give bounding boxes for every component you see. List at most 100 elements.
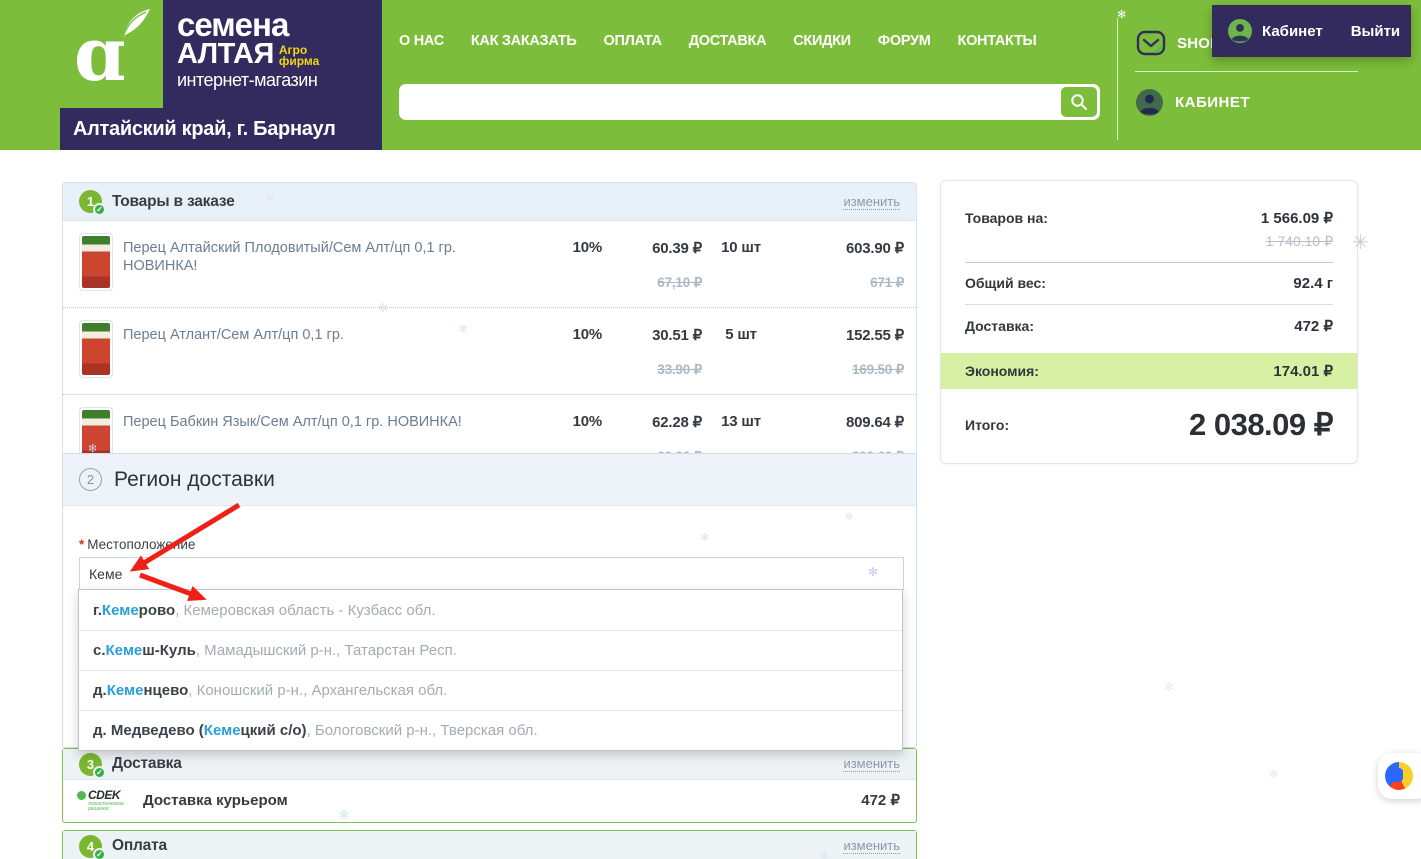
main-nav: О НАС КАК ЗАКАЗАТЬ ОПЛАТА ДОСТАВКА СКИДК… (399, 33, 1036, 49)
check-icon: ✓ (93, 203, 106, 216)
order-items-title: Товары в заказе (112, 193, 843, 211)
total-old: 671 ₽ (780, 269, 904, 291)
product-thumbnail[interactable] (79, 320, 113, 378)
chat-widget-button[interactable] (1378, 753, 1421, 799)
location-input[interactable] (79, 557, 904, 590)
suggestion-kemerovo[interactable]: г. Кемерово, Кемеровская область - Кузба… (79, 590, 902, 630)
check-icon: ✓ (93, 766, 106, 779)
required-mark: * (79, 537, 84, 552)
cdek-logo: CDEK логистические решения (77, 788, 129, 812)
product-name[interactable]: Перец Атлант/Сем Алт/цп 0,1 гр. (123, 320, 542, 344)
summary-row-delivery: Доставка: 472 ₽ (965, 305, 1333, 347)
location-input-wrap: ✻ (79, 557, 904, 590)
brand-agro: Агро фирма (279, 45, 319, 68)
nav-item-about[interactable]: О НАС (399, 33, 444, 49)
region-title: Регион доставки (114, 468, 275, 492)
suggestion-kementsevo[interactable]: д. Кеменцево, Коношский р-н., Архангельс… (79, 670, 902, 710)
product-name[interactable]: Перец Бабкин Язык/Сем Алт/цп 0,1 гр. НОВ… (123, 407, 542, 431)
delivery-title: Доставка (112, 755, 843, 773)
user-avatar-icon (1136, 89, 1163, 116)
price-old: 33.90 ₽ (602, 356, 702, 378)
product-name[interactable]: Перец Алтайский Плодовитый/Сем Алт/цп 0,… (123, 233, 542, 275)
user-dropdown-menu: Кабинет Выйти (1212, 5, 1411, 57)
product-thumbnail[interactable] (79, 233, 113, 291)
brand-line1: семена (177, 10, 382, 40)
location-label: *Местоположение (79, 537, 195, 552)
quantity-value: 13 шт (702, 407, 780, 430)
site-logo[interactable]: ɑ семена АЛТАЯ Агро фирма интернет-магаз… (60, 0, 382, 150)
price-cell: 30.51 ₽ 33.90 ₽ (602, 320, 702, 378)
menu-item-logout[interactable]: Выйти (1351, 23, 1400, 40)
logo-text-block: семена АЛТАЯ Агро фирма интернет-магазин (163, 0, 382, 108)
price-old: 67,10 ₽ (602, 269, 702, 291)
region-strip: Алтайский край, г. Барнаул (60, 108, 382, 150)
envelope-icon (1135, 28, 1167, 58)
total-cell: 152.55 ₽ 169.50 ₽ (780, 320, 904, 378)
nav-item-contacts[interactable]: КОНТАКТЫ (958, 33, 1037, 49)
snowflake-decoration: ✻ (1269, 768, 1278, 781)
avatar-icon (1228, 19, 1252, 43)
leaf-icon (116, 8, 152, 42)
total-current: 603.90 ₽ (780, 233, 904, 257)
header-divider (1117, 18, 1118, 140)
menu-item-cabinet[interactable]: Кабинет (1262, 23, 1323, 40)
nav-item-payment[interactable]: ОПЛАТА (603, 33, 661, 49)
chat-widget-icon (1385, 762, 1413, 790)
step-4-badge: 4 ✓ (79, 835, 102, 858)
discount-value: 10% (542, 407, 602, 430)
discount-value: 10% (542, 233, 602, 256)
nav-item-delivery[interactable]: ДОСТАВКА (689, 33, 767, 49)
cdek-dot-icon (77, 791, 86, 800)
total-old: 169.50 ₽ (780, 356, 904, 378)
total-label: Итого: (965, 417, 1009, 433)
delivery-card: 3 ✓ Доставка изменить CDEK логистические… (62, 748, 917, 823)
header-hdivider (1135, 71, 1358, 72)
order-items-card: 1 ✓ Товары в заказе изменить Перец Алтай… (62, 182, 917, 482)
discount-value: 10% (542, 320, 602, 343)
region-header: 2 Регион доставки (63, 454, 916, 506)
summary-row-savings: Экономия: 174.01 ₽ (941, 353, 1357, 389)
search-button[interactable] (1061, 87, 1097, 117)
total-cell: 603.90 ₽ 671 ₽ (780, 233, 904, 291)
price-current: 62.28 ₽ (602, 407, 702, 431)
step-2-badge: 2 (79, 468, 102, 491)
order-row: Перец Атлант/Сем Алт/цп 0,1 гр. 10% 30.5… (63, 307, 916, 394)
edit-delivery-link[interactable]: изменить (843, 756, 900, 772)
step-3-badge: 3 ✓ (79, 753, 102, 776)
cdek-wordmark: CDEK (88, 788, 120, 802)
total-value: 2 038.09 ₽ (1189, 407, 1333, 443)
nav-item-how-to-order[interactable]: КАК ЗАКАЗАТЬ (471, 33, 577, 49)
suggestion-medvedevo[interactable]: д. Медведево (Кемецкий с/о), Бологовский… (79, 710, 902, 750)
summary-total-row: Итого: 2 038.09 ₽ (965, 407, 1333, 443)
brand-line2: АЛТАЯ (177, 40, 274, 68)
suggestion-kemesh-kul[interactable]: с. Кемеш-Куль, Мамадышский р-н., Татарст… (79, 630, 902, 670)
nav-item-discounts[interactable]: СКИДКИ (793, 33, 851, 49)
quantity-value: 5 шт (702, 320, 780, 343)
check-icon: ✓ (93, 848, 106, 859)
total-current: 152.55 ₽ (780, 320, 904, 344)
summary-old-value: 1 740.10 ₽ (965, 231, 1333, 262)
summary-row-items: Товаров на: 1 566.09 ₽ (965, 197, 1333, 231)
step-1-badge: 1 ✓ (79, 190, 102, 213)
quantity-value: 10 шт (702, 233, 780, 256)
cabinet-label: КАБИНЕТ (1175, 94, 1250, 111)
delivery-method-row: CDEK логистические решения Доставка курь… (63, 780, 916, 822)
order-summary-card: Товаров на: 1 566.09 ₽ 1 740.10 ₽ Общий … (940, 180, 1358, 464)
nav-item-forum[interactable]: ФОРУМ (878, 33, 931, 49)
edit-payment-link[interactable]: изменить (843, 838, 900, 854)
delivery-price: 472 ₽ (861, 791, 900, 809)
edit-order-link[interactable]: изменить (843, 194, 900, 210)
search-input[interactable] (409, 85, 1049, 118)
site-header: ɑ семена АЛТАЯ Агро фирма интернет-магаз… (0, 0, 1421, 150)
payment-header: 4 ✓ Оплата изменить (63, 831, 916, 859)
payment-title: Оплата (112, 837, 843, 855)
logo-mark-icon: ɑ (60, 0, 163, 108)
snowflake-decoration: ✻ (1164, 680, 1174, 694)
order-items-header: 1 ✓ Товары в заказе изменить (63, 183, 916, 221)
checkout-page: ɑ семена АЛТАЯ Агро фирма интернет-магаз… (0, 0, 1421, 859)
payment-card: 4 ✓ Оплата изменить (62, 830, 917, 859)
price-current: 30.51 ₽ (602, 320, 702, 344)
cabinet-link[interactable]: КАБИНЕТ (1136, 89, 1250, 116)
price-current: 60.39 ₽ (602, 233, 702, 257)
search-bar (399, 84, 1100, 120)
